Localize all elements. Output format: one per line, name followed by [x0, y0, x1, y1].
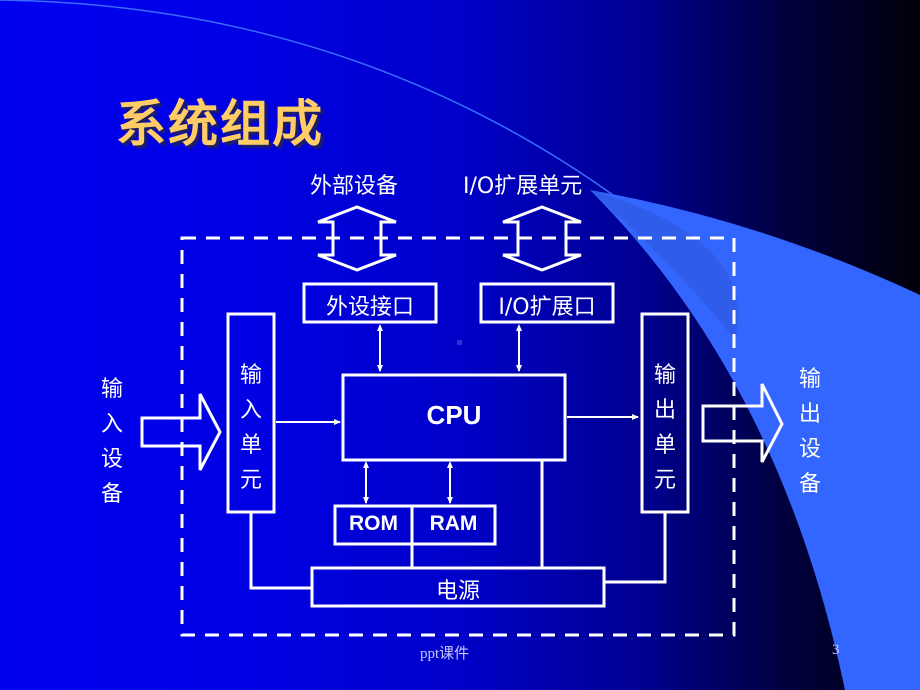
io-expansion-unit-label: I/O扩展单元: [463, 174, 583, 199]
output-device-char: 设: [798, 437, 821, 462]
peripheral-interface-label: 外设接口: [325, 295, 414, 320]
output-device-arrow: [701, 383, 784, 463]
output-power-line: [604, 512, 667, 584]
input-device-label: 输 入 设 备: [97, 372, 127, 512]
output-device-char: 出: [798, 402, 821, 427]
output-device-label: 输 出 设 备: [795, 362, 825, 502]
footer-text: ppt课件: [420, 646, 470, 662]
rom-label: ROM: [349, 512, 398, 535]
io-expansion-port-label: I/O扩展口: [498, 295, 596, 320]
center-dot: [457, 340, 462, 345]
input-unit-char: 单: [239, 433, 262, 458]
input-unit-char: 入: [239, 398, 262, 423]
input-unit-char: 元: [239, 468, 262, 493]
peripheral-label: 外部设备: [310, 174, 399, 199]
input-device-char: 备: [100, 482, 123, 507]
output-unit-char: 单: [653, 433, 676, 458]
cpu-label: CPU: [426, 400, 482, 430]
output-device-char: 输: [798, 367, 821, 392]
slide: 系统组成 外部设备 I/O扩展单元 外设接口 I/O扩展口 CPU ROM RA…: [0, 0, 920, 690]
output-unit-label: 输 出 单 元: [650, 358, 680, 498]
output-device-char: 备: [798, 472, 821, 497]
output-unit-char: 输: [653, 363, 676, 388]
input-unit-char: 输: [239, 363, 262, 388]
output-unit-char: 出: [653, 398, 676, 423]
input-device-char: 设: [100, 447, 123, 472]
input-power-line: [249, 512, 312, 590]
ram-label: RAM: [429, 512, 478, 535]
input-device-char: 输: [100, 377, 123, 402]
page-number: 3: [832, 642, 840, 658]
input-unit-label: 输 入 单 元: [236, 358, 266, 498]
output-unit-char: 元: [653, 468, 676, 493]
power-label: 电源: [435, 579, 480, 604]
input-device-char: 入: [100, 412, 123, 437]
